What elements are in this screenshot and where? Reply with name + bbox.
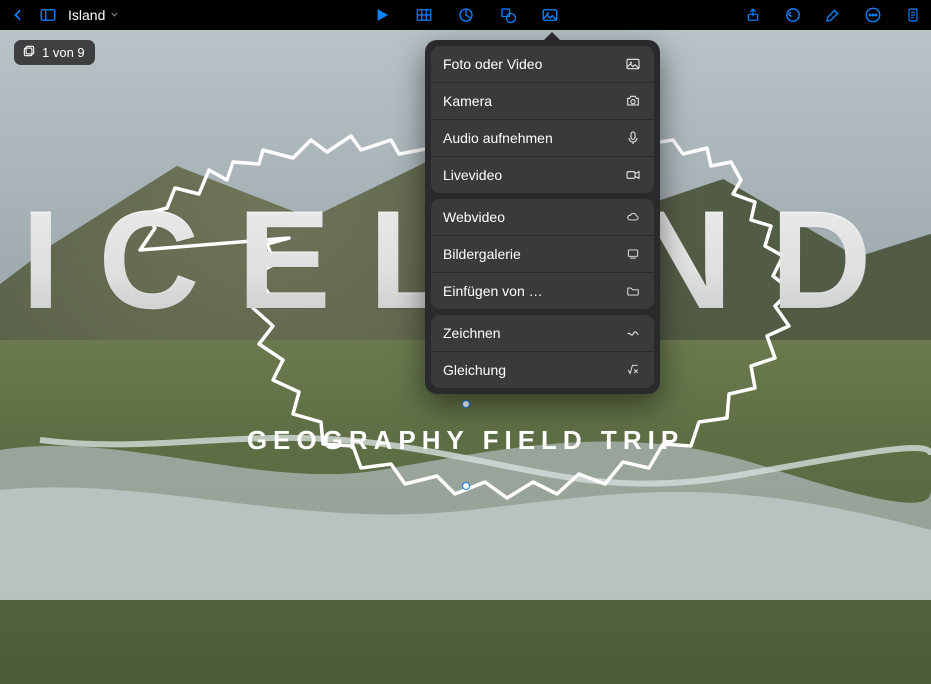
menu-item-label: Bildergalerie [443, 246, 521, 262]
menu-group-1: Foto oder Video Kamera Audio aufnehmen L… [431, 46, 654, 193]
menu-item-image-gallery[interactable]: Bildergalerie [431, 236, 654, 273]
insert-media-menu: Foto oder Video Kamera Audio aufnehmen L… [425, 40, 660, 394]
menu-item-insert-from[interactable]: Einfügen von … [431, 273, 654, 309]
menu-item-label: Livevideo [443, 167, 502, 183]
more-button[interactable] [863, 5, 883, 25]
equation-icon [624, 361, 642, 379]
menu-item-label: Foto oder Video [443, 56, 542, 72]
menu-item-web-video[interactable]: Webvideo [431, 199, 654, 236]
toolbar-left: Island [8, 5, 120, 25]
folder-icon [624, 282, 642, 300]
video-camera-icon [624, 166, 642, 184]
selection-handle[interactable] [462, 400, 470, 408]
menu-item-label: Einfügen von … [443, 283, 543, 299]
share-button[interactable] [743, 5, 763, 25]
document-options-button[interactable] [903, 5, 923, 25]
menu-group-2: Webvideo Bildergalerie Einfügen von … [431, 199, 654, 309]
play-button[interactable] [372, 5, 392, 25]
keynote-app-window: Island [0, 0, 931, 684]
chevron-down-icon [109, 7, 120, 23]
insert-shape-button[interactable] [498, 5, 518, 25]
stack-icon [22, 44, 36, 61]
menu-item-label: Zeichnen [443, 325, 501, 341]
sidebar-toggle-button[interactable] [38, 5, 58, 25]
menu-group-3: Zeichnen Gleichung [431, 315, 654, 388]
camera-icon [624, 92, 642, 110]
undo-button[interactable] [783, 5, 803, 25]
menu-item-label: Audio aufnehmen [443, 130, 553, 146]
cloud-icon [624, 208, 642, 226]
microphone-icon [624, 129, 642, 147]
photo-icon [624, 55, 642, 73]
format-brush-button[interactable] [823, 5, 843, 25]
insert-table-button[interactable] [414, 5, 434, 25]
insert-chart-button[interactable] [456, 5, 476, 25]
gallery-icon [624, 245, 642, 263]
menu-item-photo-or-video[interactable]: Foto oder Video [431, 46, 654, 83]
menu-item-equation[interactable]: Gleichung [431, 352, 654, 388]
selection-handle[interactable] [462, 482, 470, 490]
slide-counter-text: 1 von 9 [42, 45, 85, 60]
document-title[interactable]: Island [68, 7, 120, 23]
menu-item-camera[interactable]: Kamera [431, 83, 654, 120]
menu-item-label: Webvideo [443, 209, 505, 225]
menu-item-draw[interactable]: Zeichnen [431, 315, 654, 352]
menu-item-label: Kamera [443, 93, 492, 109]
scribble-icon [624, 324, 642, 342]
document-title-text: Island [68, 7, 105, 23]
menu-item-record-audio[interactable]: Audio aufnehmen [431, 120, 654, 157]
slide-counter-badge[interactable]: 1 von 9 [14, 40, 95, 65]
menu-item-live-video[interactable]: Livevideo [431, 157, 654, 193]
toolbar-center [372, 5, 560, 25]
toolbar: Island [0, 0, 931, 30]
menu-item-label: Gleichung [443, 362, 506, 378]
slide-subtitle-text[interactable]: GEOGRAPHY FIELD TRIP [0, 425, 931, 456]
toolbar-right [743, 5, 923, 25]
back-button[interactable] [8, 5, 28, 25]
insert-media-button[interactable] [540, 5, 560, 25]
